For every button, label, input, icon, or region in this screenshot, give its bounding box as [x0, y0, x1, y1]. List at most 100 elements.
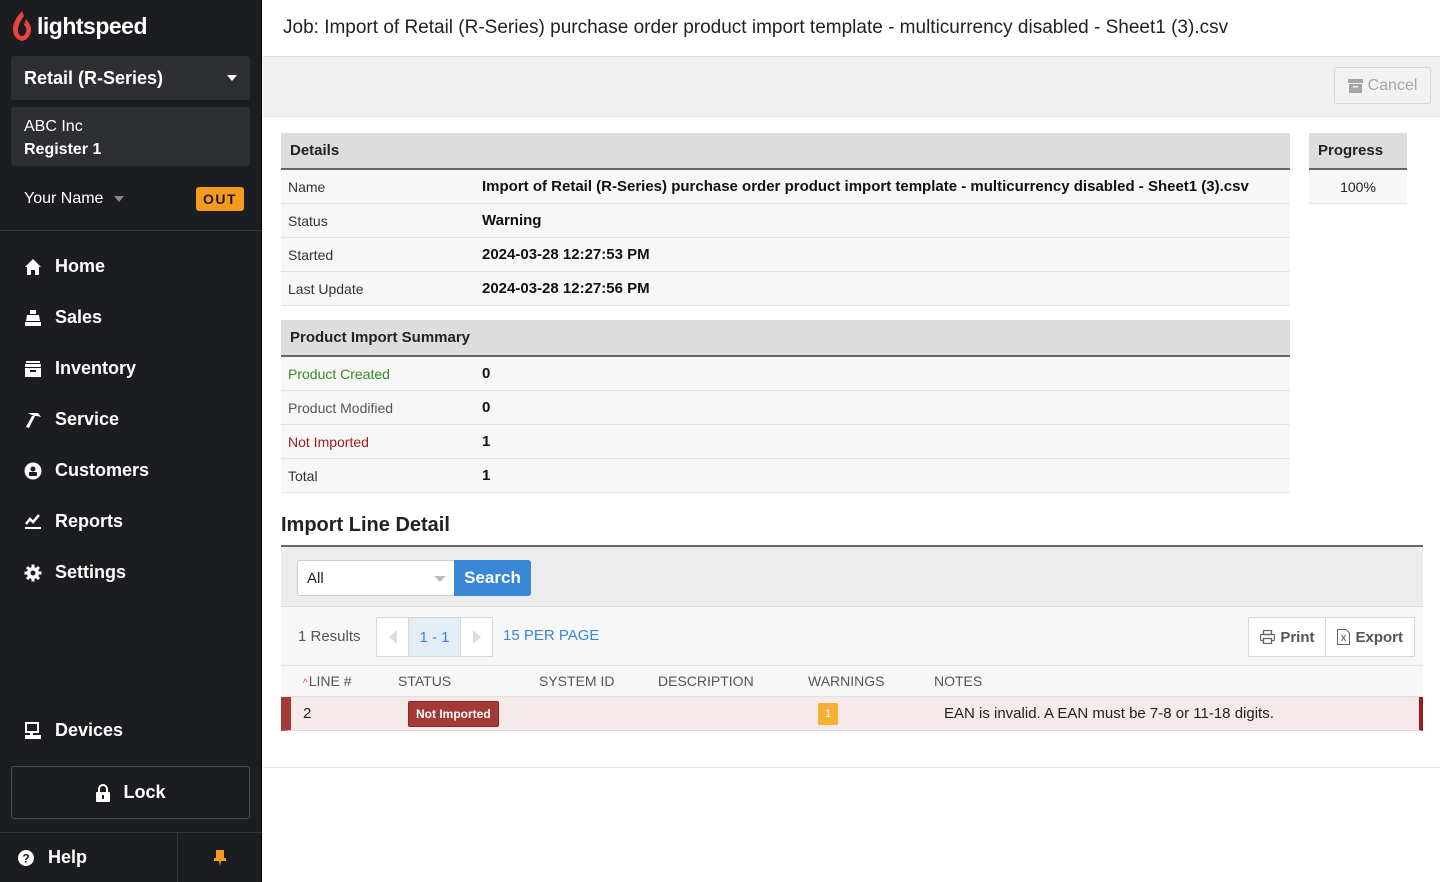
warning-count-badge: 1 — [818, 702, 839, 725]
cell-status: Not Imported — [408, 700, 549, 727]
sidebar-footer: ? Help — [0, 832, 262, 882]
import-lines-table: ^LINE # STATUS SYSTEM ID DESCRIPTION WAR… — [281, 666, 1423, 731]
detail-value: Import of Retail (R-Series) purchase ord… — [482, 178, 1249, 195]
export-label: Export — [1355, 628, 1403, 646]
company-name: ABC Inc — [24, 118, 83, 135]
page-range[interactable]: 1 - 1 — [408, 618, 461, 656]
details-heading: Details — [281, 133, 1290, 170]
column-header-warnings[interactable]: WARNINGS — [808, 673, 934, 689]
nav-item-settings[interactable]: Settings — [0, 547, 262, 598]
detail-row-started: Started 2024-03-28 12:27:53 PM — [281, 238, 1290, 272]
hammer-icon — [24, 411, 42, 429]
detail-value: 2024-03-28 12:27:53 PM — [482, 246, 650, 263]
cell-notes: EAN is invalid. A EAN must be 7-8 or 11-… — [944, 705, 1274, 722]
prev-page-button[interactable] — [377, 618, 408, 656]
progress-heading: Progress — [1309, 133, 1407, 170]
lightspeed-logo[interactable]: lightspeed — [11, 10, 148, 42]
search-button[interactable]: Search — [454, 560, 531, 596]
pager: 1 - 1 — [376, 617, 493, 657]
cancel-button[interactable]: Cancel — [1334, 67, 1431, 104]
export-button[interactable]: X Export — [1325, 618, 1414, 656]
summary-value: 0 — [482, 399, 491, 416]
progress-value: 100% — [1309, 170, 1407, 204]
user-name: Your Name — [24, 190, 104, 207]
lock-button[interactable]: Lock — [11, 766, 250, 819]
nav-label: Customers — [55, 460, 150, 480]
progress-panel: Progress 100% — [1309, 133, 1407, 204]
export-actions: Print X Export — [1248, 617, 1415, 657]
toolbar: Cancel — [263, 56, 1440, 117]
print-button[interactable]: Print — [1249, 618, 1325, 656]
summary-row-modified: Product Modified 0 — [281, 391, 1290, 425]
divider — [263, 767, 1440, 768]
store-selector[interactable]: Retail (R-Series) — [11, 56, 250, 100]
summary-value: 1 — [482, 467, 491, 484]
status-badge: Not Imported — [408, 700, 499, 727]
nav-item-inventory[interactable]: Inventory — [0, 343, 262, 394]
print-icon — [1260, 630, 1276, 644]
detail-value: Warning — [482, 212, 542, 229]
inventory-icon — [24, 360, 42, 378]
nav-label: Sales — [55, 307, 103, 327]
import-line-detail-heading: Import Line Detail — [281, 514, 450, 536]
nav-label: Inventory — [55, 358, 137, 378]
logo-text: lightspeed — [37, 12, 148, 39]
nav-item-devices[interactable]: Devices — [0, 705, 262, 756]
nav-item-service[interactable]: Service — [0, 394, 262, 445]
cash-register-icon — [24, 309, 42, 327]
summary-row-created: Product Created 0 — [281, 357, 1290, 391]
svg-text:?: ? — [22, 851, 29, 865]
nav-label: Settings — [55, 562, 127, 582]
column-header-notes[interactable]: NOTES — [934, 673, 1423, 689]
computer-icon — [24, 721, 42, 740]
column-label: LINE # — [308, 673, 352, 689]
column-header-status[interactable]: STATUS — [398, 673, 539, 689]
home-icon — [24, 258, 42, 276]
help-button[interactable]: ? Help — [0, 833, 178, 882]
archive-icon — [1347, 78, 1363, 93]
help-icon: ? — [17, 849, 35, 867]
table-row[interactable]: 2 Not Imported 1 EAN is invalid. A EAN m… — [281, 697, 1423, 731]
detail-label: Name — [288, 178, 326, 195]
chevron-right-icon — [472, 630, 481, 644]
cell-warnings: 1 — [818, 702, 944, 725]
nav-item-reports[interactable]: Reports — [0, 496, 262, 547]
import-summary-panel: Product Import Summary Product Created 0… — [281, 320, 1290, 493]
lock-label: Lock — [123, 782, 166, 802]
detail-label: Started — [288, 246, 334, 263]
results-count: 1 Results — [298, 628, 361, 645]
cancel-label: Cancel — [1367, 76, 1418, 94]
cell-line: 2 — [303, 705, 312, 722]
column-header-line[interactable]: ^LINE # — [281, 673, 398, 689]
next-page-button[interactable] — [461, 618, 492, 656]
store-selector-label: Retail (R-Series) — [24, 67, 164, 88]
user-menu[interactable]: Your Name OUT — [24, 184, 244, 214]
register-info[interactable]: ABC Inc Register 1 — [11, 107, 250, 166]
detail-label: Status — [288, 212, 328, 229]
clock-out-button[interactable]: OUT — [195, 187, 244, 211]
nav-item-customers[interactable]: Customers — [0, 445, 262, 496]
detail-value: 2024-03-28 12:27:56 PM — [482, 280, 650, 297]
summary-value: 0 — [482, 365, 491, 382]
help-label: Help — [48, 847, 88, 867]
register-name: Register 1 — [24, 141, 102, 158]
per-page-selector[interactable]: 15 PER PAGE — [503, 627, 599, 644]
filter-value: All — [307, 569, 324, 587]
pin-sidebar-button[interactable] — [178, 833, 262, 882]
nav-item-sales[interactable]: Sales — [0, 292, 262, 343]
status-filter-select[interactable]: All — [297, 560, 455, 596]
customer-icon — [24, 462, 42, 480]
print-label: Print — [1280, 628, 1315, 646]
column-header-description[interactable]: DESCRIPTION — [658, 673, 808, 689]
nav-item-home[interactable]: Home — [0, 241, 262, 292]
summary-row-not-imported: Not Imported 1 — [281, 425, 1290, 459]
filter-bar: All Search — [281, 547, 1423, 607]
column-header-system-id[interactable]: SYSTEM ID — [539, 673, 658, 689]
nav-label: Devices — [55, 720, 124, 740]
summary-label: Product Modified — [288, 399, 394, 416]
flame-icon — [13, 11, 31, 41]
chevron-left-icon — [388, 630, 397, 644]
chart-icon — [24, 513, 42, 531]
divider — [0, 230, 262, 231]
main-nav: Home Sales Inventory Service Customers R… — [0, 241, 262, 598]
